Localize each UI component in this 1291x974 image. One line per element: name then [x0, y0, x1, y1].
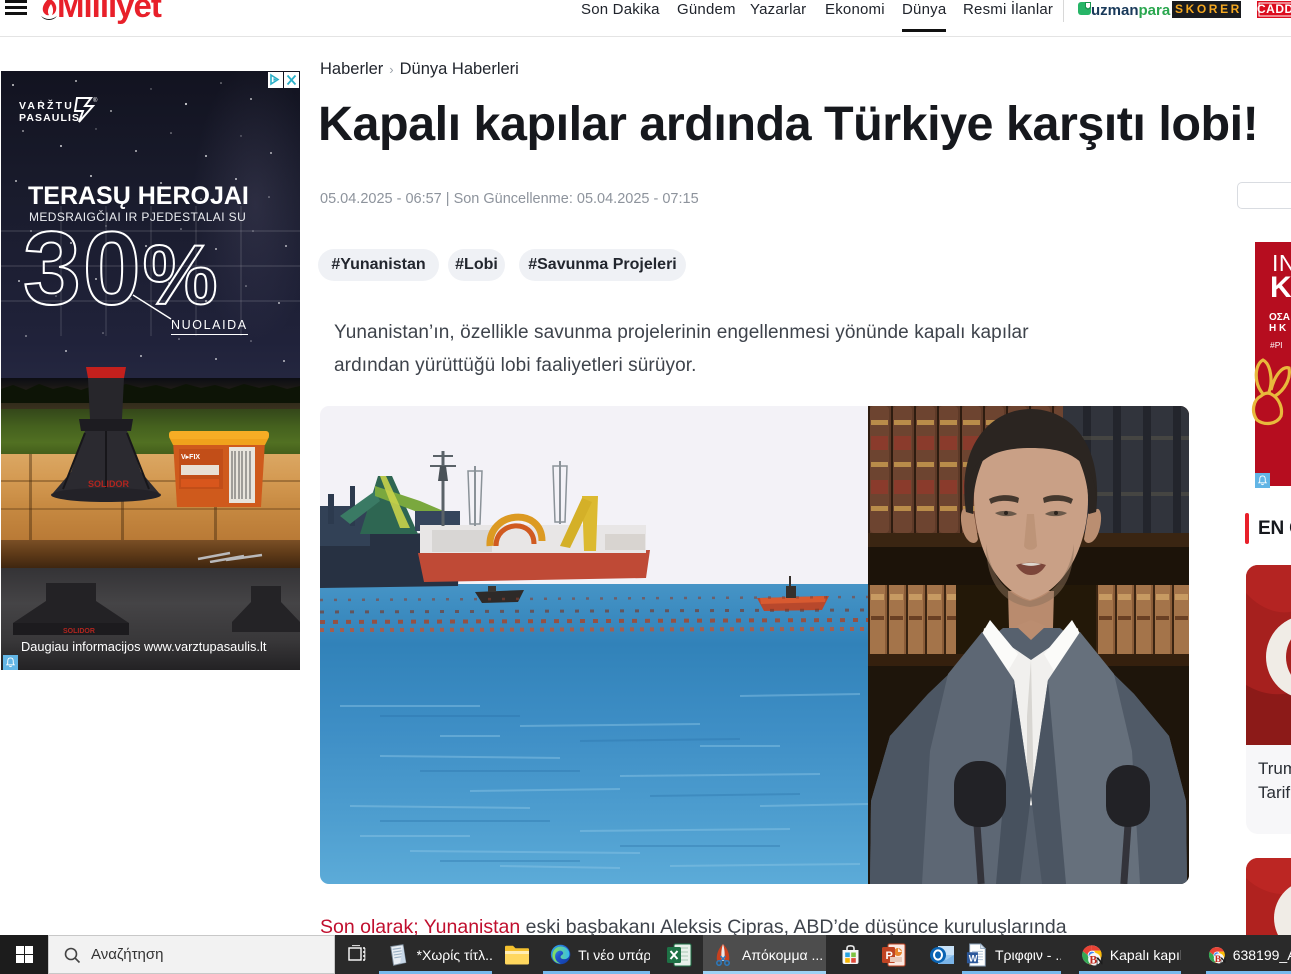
svg-text:PASAULIS: PASAULIS: [19, 112, 80, 124]
svg-text:N: N: [1220, 954, 1226, 964]
svg-text:V▸FIX: V▸FIX: [181, 454, 200, 461]
svg-text:®: ®: [93, 97, 98, 104]
svg-text:VARŽTU: VARŽTU: [19, 99, 74, 112]
svg-text:SOLIDOR: SOLIDOR: [88, 479, 130, 489]
svg-text:W: W: [969, 953, 978, 963]
svg-text:SOLIDOR: SOLIDOR: [63, 628, 95, 635]
svg-text:N: N: [1096, 955, 1103, 967]
